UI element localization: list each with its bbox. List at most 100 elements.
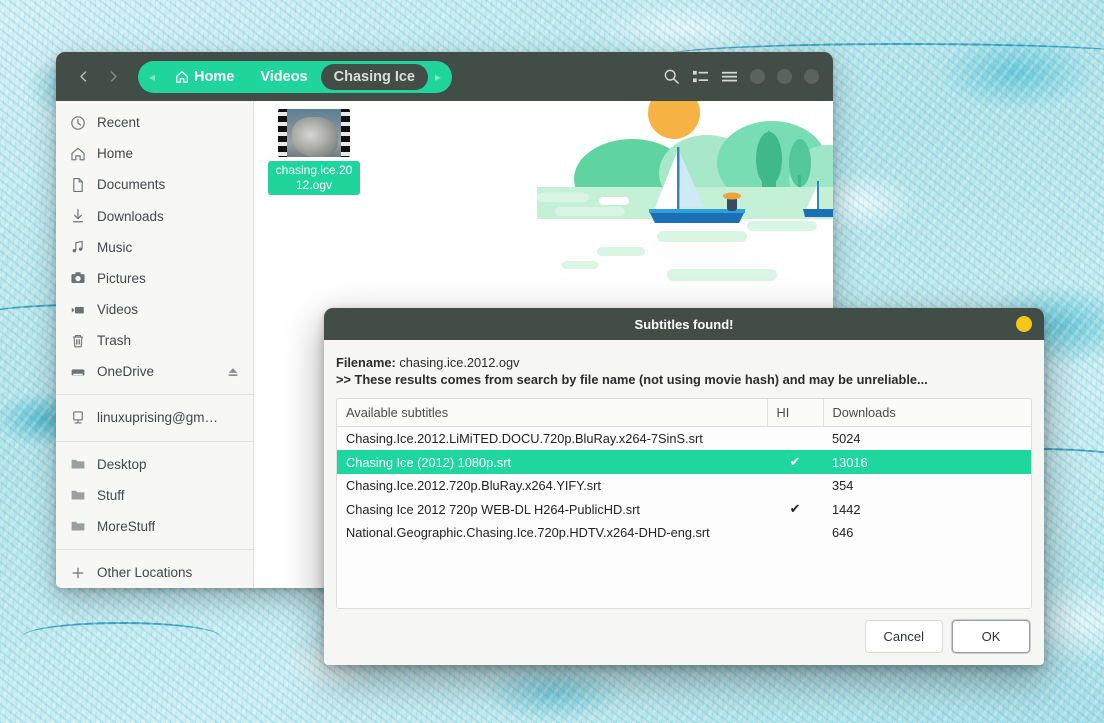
sidebar-item-label: Recent (97, 115, 140, 131)
camera-icon (69, 270, 86, 287)
table-body: Chasing.Ice.2012.LiMiTED.DOCU.720p.BluRa… (337, 427, 1031, 545)
subtitles-table: Available subtitles HI Downloads Chasing… (337, 399, 1031, 544)
sidebar-item-label: Other Locations (97, 565, 193, 581)
sidebar-item-desktop[interactable]: Desktop (56, 449, 253, 480)
sidebar-item-onedrive[interactable]: OneDrive (56, 356, 253, 387)
subtitle-name: Chasing.Ice.2012.LiMiTED.DOCU.720p.BluRa… (346, 431, 703, 446)
folder-icon (69, 487, 86, 504)
minimize-button[interactable] (750, 69, 765, 84)
sidebar-divider (56, 548, 253, 550)
sidebar-item-recent[interactable]: Recent (56, 107, 253, 138)
sidebar-item-label: Pictures (97, 270, 146, 286)
file-item[interactable]: chasing.ice.2012.ogv (266, 109, 362, 195)
sidebar-item-label: Documents (97, 177, 166, 193)
eject-icon[interactable] (226, 365, 240, 379)
close-button[interactable] (804, 69, 819, 84)
table-row[interactable]: Chasing.Ice.2012.720p.BluRay.x264.YIFY.s… (337, 474, 1031, 497)
sidebar-item-label: linuxuprising@gm… (97, 410, 218, 426)
landscape-illustration (537, 101, 833, 281)
sidebar-item-label: OneDrive (97, 364, 155, 380)
subtitle-name: Chasing Ice 2012 720p WEB-DL H264-Public… (346, 501, 640, 517)
sidebar-item-videos[interactable]: Videos (56, 294, 253, 325)
dialog-content: Filename: chasing.ice.2012.ogv >> These … (324, 340, 1044, 665)
sidebar-divider (56, 394, 253, 396)
download-icon (69, 208, 86, 225)
breadcrumb-label: Chasing Ice (333, 68, 415, 85)
wallpaper-river-line (22, 621, 221, 652)
table-row[interactable]: Chasing.Ice.2012.LiMiTED.DOCU.720p.BluRa… (337, 427, 1031, 451)
maximize-button[interactable] (777, 69, 792, 84)
sidebar-item-label: MoreStuff (97, 518, 156, 534)
subtitle-downloads: 354 (832, 478, 854, 493)
sidebar-item-account[interactable]: linuxuprising@gm… (56, 402, 253, 433)
subtitle-downloads: 1442 (832, 501, 861, 517)
breadcrumb-scroll-right[interactable]: ▸ (428, 70, 448, 84)
table-row[interactable]: Chasing Ice 2012 720p WEB-DL H264-Public… (337, 497, 1031, 521)
back-button[interactable] (68, 62, 98, 92)
cancel-button[interactable]: Cancel (864, 620, 943, 653)
filename-line: Filename: chasing.ice.2012.ogv (336, 354, 1032, 371)
subtitles-table-container[interactable]: Available subtitles HI Downloads Chasing… (336, 398, 1032, 609)
network-computer-icon (69, 409, 86, 426)
video-icon (69, 301, 86, 318)
breadcrumb-item-videos[interactable]: Videos (247, 64, 320, 90)
subtitle-hi (767, 521, 823, 544)
dialog-title: Subtitles found! (634, 316, 734, 332)
chevron-left-icon (79, 71, 86, 82)
sidebar-item-pictures[interactable]: Pictures (56, 263, 253, 294)
close-button[interactable] (1016, 316, 1032, 332)
sidebar-item-other-locations[interactable]: Other Locations (56, 557, 253, 588)
plus-icon (69, 564, 86, 581)
dialog-titlebar: Subtitles found! (324, 308, 1044, 340)
subtitle-downloads: 5024 (832, 431, 861, 446)
breadcrumb-item-home[interactable]: Home (162, 64, 247, 90)
home-icon (176, 70, 188, 83)
headerbar-actions (663, 68, 821, 85)
sidebar-item-label: Home (97, 146, 134, 162)
chevron-right-icon (110, 71, 117, 82)
sidebar-item-stuff[interactable]: Stuff (56, 480, 253, 511)
menu-icon[interactable] (721, 69, 738, 84)
sidebar-item-trash[interactable]: Trash (56, 325, 253, 356)
table-row[interactable]: National.Geographic.Chasing.Ice.720p.HDT… (337, 521, 1031, 544)
forward-button[interactable] (98, 62, 128, 92)
file-manager-headerbar: ◂ Home Videos Chasing Ice ▸ (56, 52, 833, 101)
sidebar-item-music[interactable]: Music (56, 232, 253, 263)
file-name-label: chasing.ice.2012.ogv (268, 161, 360, 195)
table-row[interactable]: Chasing Ice (2012) 1080p.srt ✔ 13016 (337, 450, 1031, 474)
breadcrumb-label: Videos (260, 68, 308, 85)
subtitle-name: Chasing Ice (2012) 1080p.srt (346, 454, 512, 470)
filename-label: Filename: (336, 355, 396, 370)
sidebar-item-home[interactable]: Home (56, 138, 253, 169)
document-icon (69, 176, 86, 193)
subtitle-downloads: 13016 (832, 454, 868, 470)
column-header-hi[interactable]: HI (766, 399, 823, 427)
dialog-buttons: Cancel OK (336, 609, 1032, 655)
column-header-name[interactable]: Available subtitles (337, 399, 767, 427)
search-icon[interactable] (663, 68, 680, 85)
sidebar-divider (56, 440, 253, 442)
ok-button[interactable]: OK (952, 620, 1030, 653)
sidebar-item-label: Music (97, 239, 133, 255)
subtitle-hi (767, 427, 823, 451)
table-header-row: Available subtitles HI Downloads (337, 399, 1031, 427)
sidebar-item-morestuff[interactable]: MoreStuff (56, 511, 253, 542)
subtitle-name: Chasing.Ice.2012.720p.BluRay.x264.YIFY.s… (346, 478, 601, 493)
column-header-downloads[interactable]: Downloads (822, 399, 1031, 427)
subtitle-downloads: 646 (832, 525, 854, 540)
subtitle-hi: ✔ (789, 454, 801, 469)
filename-value: chasing.ice.2012.ogv (399, 355, 520, 370)
folder-icon (69, 518, 86, 535)
subtitle-name: National.Geographic.Chasing.Ice.720p.HDT… (346, 525, 710, 540)
list-view-icon[interactable] (692, 69, 709, 84)
sidebar-item-downloads[interactable]: Downloads (56, 200, 253, 231)
breadcrumb-scroll-left[interactable]: ◂ (142, 70, 162, 84)
sidebar-item-label: Stuff (97, 487, 125, 503)
subtitle-hi (767, 474, 823, 497)
breadcrumb: ◂ Home Videos Chasing Ice ▸ (138, 60, 453, 93)
sidebar-item-documents[interactable]: Documents (56, 169, 253, 200)
breadcrumb-item-chasing-ice[interactable]: Chasing Ice (320, 63, 428, 90)
subtitles-dialog: Subtitles found! Filename: chasing.ice.2… (324, 308, 1044, 665)
table-header: Available subtitles HI Downloads (337, 399, 1031, 427)
sidebar-item-label: Downloads (97, 208, 164, 224)
